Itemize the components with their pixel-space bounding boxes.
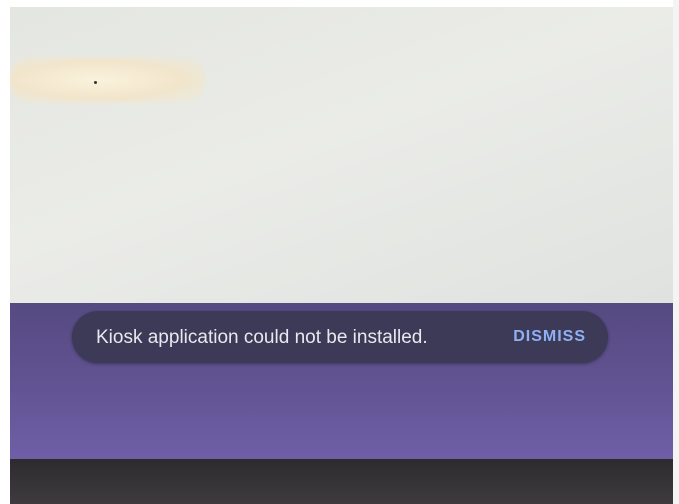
error-snackbar: Kiosk application could not be installed… <box>72 311 608 363</box>
photo-frame: Kiosk application could not be installed… <box>0 0 679 504</box>
light-glare <box>10 57 205 103</box>
frame-edge <box>673 0 679 504</box>
dismiss-button[interactable]: DISMISS <box>509 326 590 348</box>
blank-content-area <box>10 7 673 303</box>
dust-speck <box>94 81 97 84</box>
display-screen <box>10 7 673 459</box>
monitor-bezel <box>10 459 673 504</box>
snackbar-message: Kiosk application could not be installed… <box>96 327 428 348</box>
